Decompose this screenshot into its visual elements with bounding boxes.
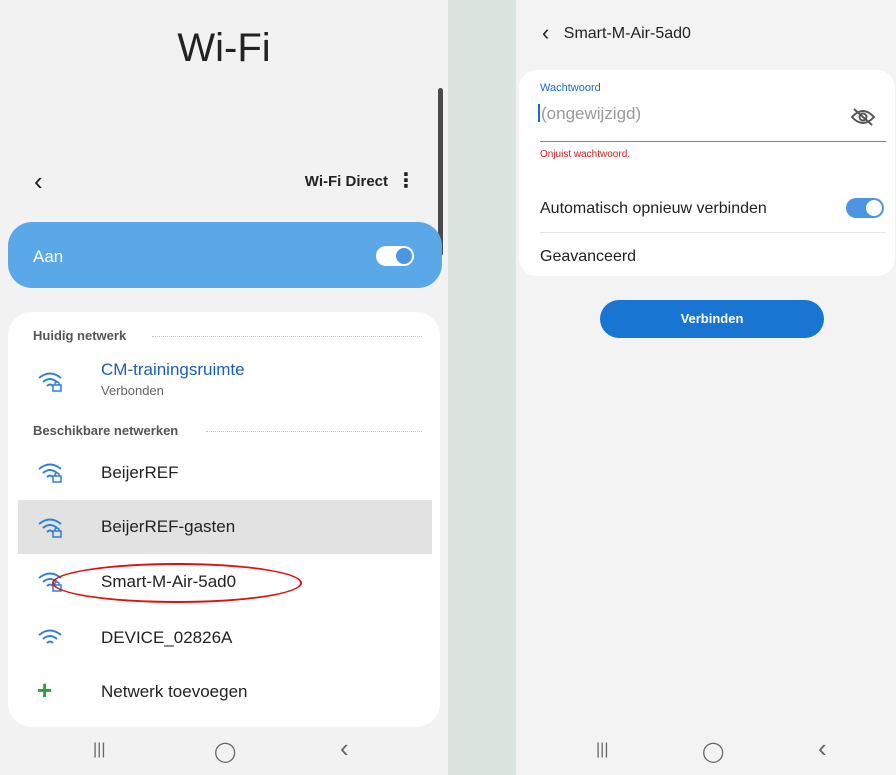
- current-network-status: Verbonden: [101, 383, 164, 398]
- divider: [152, 336, 422, 337]
- network-row-beijerref[interactable]: BeijerREF: [18, 446, 432, 498]
- back-arrow-icon: ‹: [34, 166, 43, 196]
- section-header-current: Huidig netwerk: [33, 328, 127, 343]
- wifi-lock-icon: [38, 463, 62, 483]
- password-label: Wachtwoord: [540, 82, 601, 94]
- password-underline: [540, 141, 886, 142]
- add-network-row[interactable]: + Netwerk toevoegen: [18, 666, 432, 718]
- network-row-device[interactable]: DEVICE_02826A: [18, 612, 432, 664]
- wifi-toggle-label: Aan: [33, 247, 64, 266]
- connect-button[interactable]: Verbinden: [600, 300, 824, 338]
- advanced-option[interactable]: Geavanceerd: [540, 248, 636, 266]
- switch-knob: [396, 248, 412, 264]
- auto-reconnect-toggle[interactable]: [846, 198, 884, 218]
- auto-reconnect-label: Automatisch opnieuw verbinden: [540, 200, 767, 217]
- current-network-row[interactable]: CM-trainingsruimte: [18, 358, 432, 410]
- highlight-circle-annotation: [52, 563, 302, 603]
- network-row-beijerref-gasten[interactable]: BeijerREF-gasten: [18, 500, 432, 554]
- switch-knob: [866, 200, 882, 216]
- add-network-label: Netwerk toevoegen: [101, 682, 248, 701]
- network-name: DEVICE_02826A: [101, 628, 233, 647]
- current-network-name: CM-trainingsruimte: [101, 360, 245, 379]
- recent-apps-icon[interactable]: |||: [596, 741, 608, 759]
- eye-off-icon[interactable]: [850, 107, 876, 127]
- divider: [540, 232, 886, 233]
- recent-apps-icon[interactable]: |||: [93, 741, 105, 759]
- network-name: BeijerREF-gasten: [101, 517, 236, 536]
- home-icon[interactable]: ◯: [702, 739, 724, 764]
- navigation-bar: ||| ◯ ‹: [0, 727, 448, 775]
- password-field[interactable]: (ongewijzigd): [538, 104, 838, 124]
- settings-card: [519, 70, 895, 276]
- back-nav-icon[interactable]: ‹: [340, 733, 349, 764]
- back-nav-icon[interactable]: ‹: [818, 733, 827, 764]
- back-arrow-icon[interactable]: ‹: [542, 20, 549, 45]
- network-detail-screen: ‹ Smart-M-Air-5ad0 Wachtwoord (ongewijzi…: [516, 0, 896, 775]
- wifi-icon: [38, 629, 62, 644]
- plus-icon: +: [37, 675, 53, 705]
- page-title: Wi-Fi: [177, 26, 271, 70]
- wifi-lock-icon: [38, 372, 62, 392]
- text-cursor: [538, 104, 540, 122]
- back-button[interactable]: ‹: [34, 166, 43, 197]
- wifi-lock-icon: [38, 518, 62, 538]
- home-icon[interactable]: ◯: [214, 739, 236, 764]
- divider: [206, 431, 422, 432]
- password-placeholder: (ongewijzigd): [541, 104, 642, 123]
- wifi-direct-button[interactable]: Wi-Fi Direct: [305, 173, 388, 190]
- more-options-icon[interactable]: ⋮: [396, 168, 416, 193]
- network-title: Smart-M-Air-5ad0: [563, 25, 691, 42]
- network-name: BeijerREF: [101, 463, 179, 482]
- wifi-toggle-switch[interactable]: [376, 246, 414, 266]
- header: ‹ Smart-M-Air-5ad0: [542, 20, 691, 46]
- password-error: Onjuist wachtwoord.: [540, 149, 631, 160]
- wifi-settings-screen: Wi-Fi ‹ Wi-Fi Direct ⋮ Aan Huidig netwer…: [0, 0, 448, 775]
- section-header-available: Beschikbare netwerken: [33, 423, 179, 438]
- navigation-bar: ||| ◯ ‹: [516, 727, 896, 775]
- scroll-indicator[interactable]: [438, 88, 443, 256]
